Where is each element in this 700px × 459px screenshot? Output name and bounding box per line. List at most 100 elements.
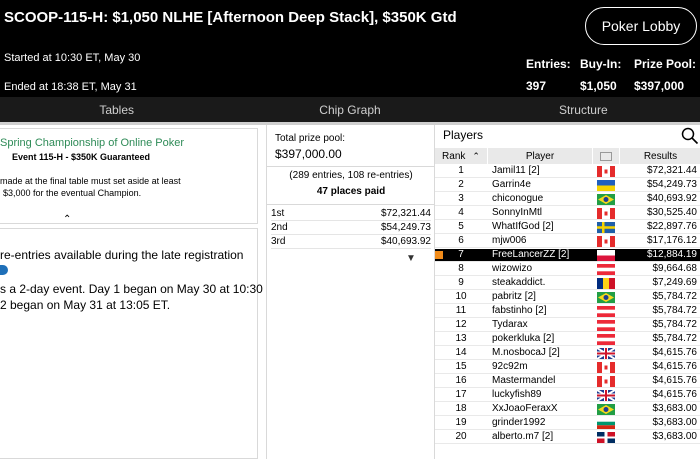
prize-pool-label: Prize Pool: (634, 57, 697, 71)
player-row[interactable]: 16 Mastermandel $4,615.76 (435, 375, 700, 388)
results-header-label: Results (643, 150, 678, 162)
player-name: Tydarax (492, 319, 528, 330)
player-name: FreeLancerZZ [2] (492, 249, 570, 260)
player-result: $5,784.72 (652, 305, 698, 316)
player-result: $4,615.76 (652, 375, 698, 386)
info-text-panel (0, 228, 258, 459)
player-result: $54,249.73 (646, 179, 697, 190)
poker-lobby-button[interactable]: Poker Lobby (585, 7, 697, 45)
chevron-up-icon[interactable]: ⌃ (63, 214, 71, 225)
player-name: fabstinho [2] (492, 305, 547, 316)
austria-flag-icon (597, 320, 615, 331)
ukraine-flag-icon (597, 180, 615, 191)
player-rank: 8 (458, 263, 464, 274)
sort-up-icon: ⌃ (472, 150, 480, 161)
player-name: grinder1992 (492, 417, 546, 428)
tab-structure[interactable]: Structure (467, 97, 700, 122)
player-result: $22,897.76 (646, 221, 697, 232)
payout-place: 2nd (271, 222, 288, 233)
search-icon[interactable] (681, 127, 699, 145)
player-name: M.nosbocaJ [2] (492, 347, 560, 358)
player-result: $3,683.00 (652, 417, 698, 428)
divider (267, 166, 435, 167)
player-rank: 2 (458, 179, 464, 190)
players-panel: Players Rank ⌃ Player Results 1 Jamil11 [… (434, 125, 700, 459)
austria-flag-icon (597, 264, 615, 275)
player-row[interactable]: 14 M.nosbocaJ [2] $4,615.76 (435, 347, 700, 360)
tab-chip-graph[interactable]: Chip Graph (233, 97, 466, 122)
player-name: Garrin4e (492, 179, 531, 190)
romania-flag-icon (597, 278, 615, 289)
player-result: $9,664.68 (652, 263, 698, 274)
player-row[interactable]: 3 chiconogue $40,693.92 (435, 193, 700, 206)
player-row[interactable]: 17 luckyfish89 $4,615.76 (435, 389, 700, 402)
results-column-header[interactable]: Results (620, 148, 700, 164)
player-row[interactable]: 12 Tydarax $5,784.72 (435, 319, 700, 332)
canada-flag-icon (597, 166, 615, 177)
rank-column-header[interactable]: Rank ⌃ (435, 148, 487, 164)
player-row[interactable]: 1 Jamil11 [2] $72,321.44 (435, 165, 700, 178)
player-row[interactable]: 6 mjw006 $17,176.12 (435, 235, 700, 248)
player-row[interactable]: 19 grinder1992 $3,683.00 (435, 417, 700, 430)
player-row[interactable]: 13 pokerkluka [2] $5,784.72 (435, 333, 700, 346)
canada-flag-icon (597, 362, 615, 373)
player-result: $5,784.72 (652, 319, 698, 330)
player-row[interactable]: 5 WhatIfGod [2] $22,897.76 (435, 221, 700, 234)
country-column-header[interactable] (593, 148, 619, 164)
player-name: WhatIfGod [2] (492, 221, 554, 232)
tournament-header: SCOOP-115-H: $1,050 NLHE [Afternoon Deep… (0, 0, 700, 97)
player-name: pabritz [2] (492, 291, 536, 302)
expand-payouts-icon[interactable]: ▼ (406, 253, 416, 264)
player-result: $72,321.44 (646, 165, 697, 176)
uk-flag-icon (597, 390, 615, 401)
player-name: chiconogue (492, 193, 544, 204)
card-title: Spring Championship of Online Poker (0, 137, 185, 149)
tab-bar: Tables Chip Graph Structure (0, 97, 700, 122)
entries-value: 397 (526, 79, 547, 93)
tournament-info-panel: Spring Championship of Online Poker Even… (0, 125, 264, 459)
payout-row: 3rd $40,693.92 (271, 236, 431, 249)
player-row[interactable]: 7 FreeLancerZZ [2] $12,884.19 (435, 249, 700, 262)
player-row[interactable]: 10 pabritz [2] $5,784.72 (435, 291, 700, 304)
player-row[interactable]: 8 wizowizo $9,664.68 (435, 263, 700, 276)
buyin-value: $1,050 (580, 79, 617, 93)
player-rank: 5 (458, 221, 464, 232)
card-text: $3,000 for the eventual Champion. (3, 188, 142, 198)
player-row[interactable]: 20 alberto.m7 [2] $3,683.00 (435, 431, 700, 444)
player-row[interactable]: 9 steakaddict. $7,249.69 (435, 277, 700, 290)
player-row[interactable]: 11 fabstinho [2] $5,784.72 (435, 305, 700, 318)
brazil-flag-icon (597, 194, 615, 205)
austria-flag-icon (597, 334, 615, 345)
player-result: $4,615.76 (652, 347, 698, 358)
player-rank: 20 (455, 431, 467, 442)
payout-amount: $72,321.44 (380, 208, 431, 219)
player-result: $7,249.69 (652, 277, 698, 288)
player-rank: 4 (458, 207, 464, 218)
player-name: 92c92m (492, 361, 528, 372)
tab-tables[interactable]: Tables (0, 97, 233, 122)
payout-amount: $54,249.73 (380, 222, 431, 233)
player-rank: 12 (455, 319, 467, 330)
started-time: Started at 10:30 ET, May 30 (4, 52, 141, 64)
player-result: $17,176.12 (646, 235, 697, 246)
bulgaria-flag-icon (597, 418, 615, 429)
player-name: steakaddict. (492, 277, 546, 288)
player-row[interactable]: 18 XxJoaoFeraxX $3,683.00 (435, 403, 700, 416)
card-subtitle: Event 115-H - $350K Guaranteed (12, 152, 151, 162)
player-rank: 9 (458, 277, 464, 288)
player-result: $40,693.92 (646, 193, 697, 204)
entries-summary: (289 entries, 108 re-entries) (289, 170, 413, 181)
player-name: XxJoaoFeraxX (492, 403, 558, 414)
total-prize-label: Total prize pool: (275, 133, 346, 144)
event-description: s a 2-day event. Day 1 began on May 30 a… (0, 282, 263, 296)
player-column-header[interactable]: Player (488, 148, 592, 164)
player-row[interactable]: 2 Garrin4e $54,249.73 (435, 179, 700, 192)
player-row[interactable]: 4 SonnyInMtl $30,525.40 (435, 207, 700, 220)
player-row[interactable]: 15 92c92m $4,615.76 (435, 361, 700, 374)
player-result: $3,683.00 (652, 431, 698, 442)
card-text: made at the final table must set aside a… (0, 176, 181, 186)
player-rank: 16 (455, 375, 467, 386)
austria-flag-icon (597, 306, 615, 317)
player-rank: 17 (455, 389, 467, 400)
canada-flag-icon (597, 376, 615, 387)
